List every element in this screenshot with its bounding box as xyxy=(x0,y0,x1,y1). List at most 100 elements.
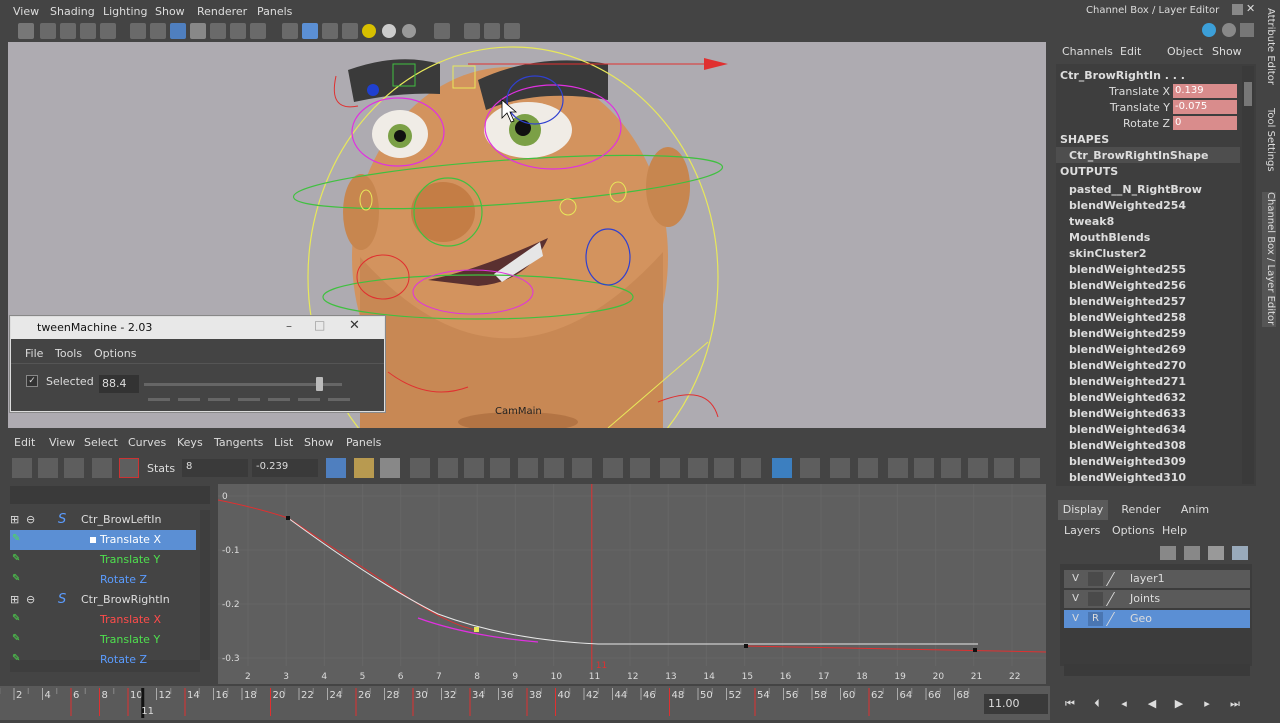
layer-row[interactable]: V R Geo xyxy=(1064,610,1250,628)
attr-value-field[interactable]: 0 xyxy=(1173,116,1237,130)
attr-value-field[interactable]: 0.139 xyxy=(1173,84,1237,98)
timeline[interactable]: 2 4 6 8 10 12 14 16 18 20 22 24 26 28 30 32 34 36 38 40 42 44… xyxy=(0,686,1050,720)
attr-label[interactable]: Translate X xyxy=(1109,85,1170,98)
cb-menu-edit[interactable]: Edit xyxy=(1120,45,1141,58)
outliner-attribute[interactable]: ✎ Rotate Z xyxy=(10,570,196,590)
output-row[interactable]: blendWeighted308 xyxy=(1056,437,1240,453)
outliner-node[interactable]: ⊞ ⊖ S Ctr_BrowRightIn xyxy=(10,590,196,610)
step-tangent-icon[interactable] xyxy=(544,458,564,478)
menu-panels[interactable]: Panels xyxy=(257,5,292,18)
xray-joints-icon[interactable] xyxy=(484,23,500,39)
default-light-icon[interactable] xyxy=(382,24,396,38)
tween-preset-button[interactable] xyxy=(208,398,230,401)
linear-tangent-icon[interactable] xyxy=(490,458,510,478)
outliner-attribute[interactable]: ✎ Translate X xyxy=(10,610,196,630)
go-to-end-icon[interactable]: ⏭ xyxy=(1227,697,1243,711)
step-back-icon[interactable]: ⏴ xyxy=(1089,697,1105,711)
trax-editor-icon[interactable] xyxy=(1020,458,1040,478)
denormalize-icon[interactable] xyxy=(941,458,961,478)
ge-menu-view[interactable]: View xyxy=(49,436,75,449)
snap-icon[interactable] xyxy=(830,458,850,478)
cb-menu-show[interactable]: Show xyxy=(1212,45,1242,58)
graph-area[interactable]: 2 3 4 5 6 7 8 9 10 11 12 13 14 15 16 17 18 19 20 21 22 0 -0.1-… xyxy=(217,484,1047,684)
ge-menu-select[interactable]: Select xyxy=(84,436,118,449)
tween-value-field[interactable]: 88.4 xyxy=(99,375,139,393)
spline-tangent-icon[interactable] xyxy=(438,458,458,478)
outliner-attribute[interactable]: ✎ Rotate Z xyxy=(10,650,196,670)
panel-close-icon[interactable]: ✕ xyxy=(1246,2,1255,15)
camera-attr-icon[interactable] xyxy=(40,23,56,39)
tween-menu-options[interactable]: Options xyxy=(94,347,136,360)
layer-reference-toggle[interactable] xyxy=(1088,592,1103,606)
tab-render[interactable]: Render xyxy=(1116,500,1166,520)
output-row[interactable]: blendWeighted255 xyxy=(1056,261,1240,277)
tween-menu-tools[interactable]: Tools xyxy=(55,347,82,360)
buffer-curve-icon[interactable] xyxy=(714,458,734,478)
safe-title-icon[interactable] xyxy=(230,23,246,39)
collapse-icon[interactable]: ⊖ xyxy=(26,513,35,526)
ge-menu-panels[interactable]: Panels xyxy=(346,436,381,449)
region-tool-icon[interactable] xyxy=(119,458,139,478)
menu-shading[interactable]: Shading xyxy=(50,5,95,18)
attr-label[interactable]: Rotate Z xyxy=(1123,117,1170,130)
smooth-shade-icon[interactable] xyxy=(302,23,318,39)
expand-icon[interactable]: ⊞ xyxy=(10,593,19,606)
add-key-tool-icon[interactable] xyxy=(64,458,84,478)
output-row[interactable]: blendWeighted257 xyxy=(1056,293,1240,309)
infinity-icon[interactable] xyxy=(888,458,908,478)
safe-action-icon[interactable] xyxy=(210,23,226,39)
tween-slider-track[interactable] xyxy=(144,383,342,386)
auto-tangent-icon[interactable] xyxy=(410,458,430,478)
camera-icon[interactable] xyxy=(18,23,34,39)
cb-scrollbar[interactable] xyxy=(1242,66,1254,484)
ge-menu-keys[interactable]: Keys xyxy=(177,436,203,449)
layer-color-icon[interactable] xyxy=(1105,592,1129,606)
cycle-icon[interactable] xyxy=(772,458,792,478)
expand-icon[interactable]: ⊞ xyxy=(10,513,19,526)
tab-tool-settings[interactable]: Tool Settings xyxy=(1262,108,1276,174)
cb-scroll-thumb[interactable] xyxy=(1244,82,1252,106)
output-row[interactable]: blendWeighted633 xyxy=(1056,405,1240,421)
center-current-time-icon[interactable] xyxy=(380,458,400,478)
menu-lighting[interactable]: Lighting xyxy=(103,5,147,18)
tab-anim[interactable]: Anim xyxy=(1170,500,1220,520)
tween-slider-handle[interactable] xyxy=(316,377,324,391)
flat-tangent-icon[interactable] xyxy=(518,458,538,478)
go-to-start-icon[interactable]: ⏮ xyxy=(1062,697,1078,711)
cb-menu-object[interactable]: Object xyxy=(1167,45,1203,58)
shape-row[interactable]: Ctr_BrowRightInShape xyxy=(1056,147,1240,163)
move-key-tool-icon[interactable] xyxy=(12,458,32,478)
cycle-offset-icon[interactable] xyxy=(800,458,820,478)
film-gate-icon[interactable] xyxy=(130,23,146,39)
frame-playback-icon[interactable] xyxy=(354,458,374,478)
outliner-node[interactable]: ⊞ ⊖ S Ctr_BrowLeftIn xyxy=(10,510,196,530)
attr-label[interactable]: Translate Y xyxy=(1110,101,1170,114)
outliner-attribute[interactable]: ✎ Translate Y xyxy=(10,630,196,650)
lock-icon[interactable] xyxy=(741,458,761,478)
minimize-icon[interactable]: – xyxy=(286,319,292,333)
move-layer-icon[interactable] xyxy=(1160,546,1176,560)
clamped-tangent-icon[interactable] xyxy=(464,458,484,478)
cb-node-name[interactable]: Ctr_BrowRightIn . . . xyxy=(1060,69,1185,82)
ge-menu-show[interactable]: Show xyxy=(304,436,334,449)
tween-preset-button[interactable] xyxy=(178,398,200,401)
normalize-icon[interactable] xyxy=(914,458,934,478)
wireframe-icon[interactable] xyxy=(282,23,298,39)
menu-renderer[interactable]: Renderer xyxy=(197,5,247,18)
step-back-key-icon[interactable]: ◂ xyxy=(1116,697,1132,711)
dope-sheet-icon[interactable] xyxy=(994,458,1014,478)
insert-key-tool-icon[interactable] xyxy=(38,458,58,478)
tween-preset-button[interactable] xyxy=(328,398,350,401)
textured-icon[interactable] xyxy=(342,23,358,39)
frame-all-icon[interactable] xyxy=(326,458,346,478)
layer-reference-toggle[interactable]: R xyxy=(1088,612,1103,626)
outliner-attribute[interactable]: ✎ Translate Y xyxy=(10,550,196,570)
layer-scrollbar[interactable] xyxy=(1064,664,1250,676)
ge-menu-curves[interactable]: Curves xyxy=(128,436,166,449)
wrench-icon[interactable] xyxy=(1240,23,1254,37)
output-row[interactable]: blendWeighted309 xyxy=(1056,453,1240,469)
output-row[interactable]: blendWeighted258 xyxy=(1056,309,1240,325)
tween-title-bar[interactable]: tweenMachine - 2.03 – □ ✕ xyxy=(11,317,384,339)
lock-tangent-weight-icon[interactable] xyxy=(688,458,708,478)
tween-preset-button[interactable] xyxy=(238,398,260,401)
